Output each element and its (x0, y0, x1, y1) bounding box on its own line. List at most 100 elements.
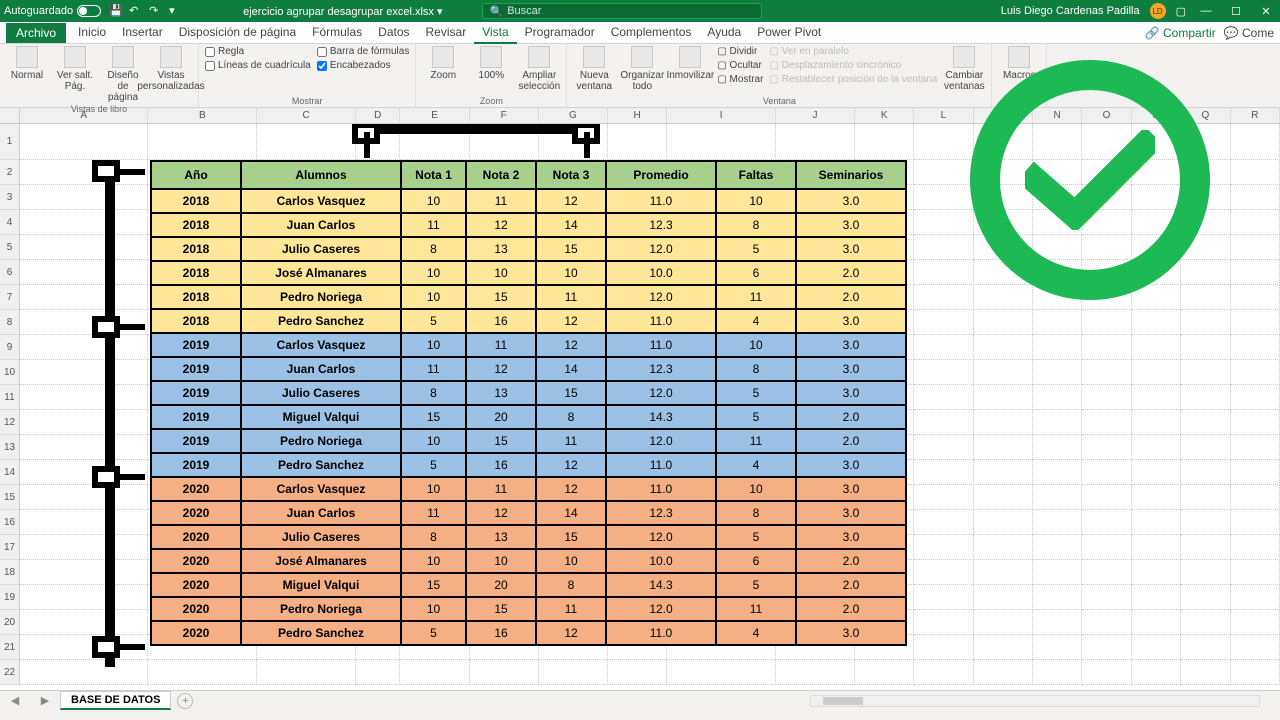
column-header[interactable]: G (539, 108, 608, 123)
column-header[interactable]: E (400, 108, 469, 123)
close-button[interactable]: ✕ (1256, 5, 1276, 18)
user-name[interactable]: Luis Diego Cardenas Padilla (1001, 5, 1140, 17)
table-cell[interactable]: Pedro Sanchez (241, 621, 401, 645)
table-cell[interactable]: 5 (401, 309, 466, 333)
ribbon-tab[interactable]: Disposición de página (171, 22, 304, 44)
table-cell[interactable]: 8 (401, 525, 466, 549)
table-cell[interactable]: Miguel Valqui (241, 573, 401, 597)
row-header[interactable]: 7 (0, 285, 20, 310)
column-header[interactable]: I (667, 108, 776, 123)
table-cell[interactable]: 2020 (151, 549, 241, 573)
table-cell[interactable]: 8 (716, 213, 796, 237)
view-button[interactable]: Ver salt. Pág. (54, 46, 96, 92)
ribbon-tab[interactable]: Datos (370, 22, 417, 44)
row-header[interactable]: 8 (0, 310, 20, 335)
table-cell[interactable]: 14 (536, 357, 606, 381)
ribbon-display-icon[interactable]: ▢ (1176, 5, 1186, 18)
column-header[interactable]: D (356, 108, 400, 123)
table-cell[interactable]: 10 (466, 549, 536, 573)
table-cell[interactable]: 8 (716, 501, 796, 525)
table-cell[interactable]: 13 (466, 525, 536, 549)
table-cell[interactable]: 3.0 (796, 381, 906, 405)
table-cell[interactable]: 11.0 (606, 333, 716, 357)
table-cell[interactable]: 11 (716, 429, 796, 453)
table-cell[interactable]: 5 (401, 453, 466, 477)
row-header[interactable]: 14 (0, 460, 20, 485)
column-header[interactable]: K (855, 108, 914, 123)
sheet-nav-prev[interactable]: ◀ (11, 694, 19, 707)
column-header[interactable]: A (20, 108, 148, 123)
column-header[interactable]: L (914, 108, 973, 123)
row-header[interactable]: 21 (0, 635, 20, 660)
table-cell[interactable]: 11 (401, 357, 466, 381)
row-header[interactable]: 15 (0, 485, 20, 510)
table-cell[interactable]: 20 (466, 405, 536, 429)
table-cell[interactable]: 11 (401, 213, 466, 237)
table-cell[interactable]: 12 (536, 453, 606, 477)
table-cell[interactable]: 10 (401, 477, 466, 501)
table-cell[interactable]: 3.0 (796, 357, 906, 381)
row-header[interactable]: 20 (0, 610, 20, 635)
table-cell[interactable]: 5 (716, 573, 796, 597)
table-cell[interactable]: 3.0 (796, 477, 906, 501)
column-header[interactable]: R (1231, 108, 1280, 123)
table-cell[interactable]: 10 (401, 261, 466, 285)
table-cell[interactable]: 2.0 (796, 573, 906, 597)
table-cell[interactable]: 12 (466, 213, 536, 237)
table-cell[interactable]: 8 (401, 237, 466, 261)
table-cell[interactable]: 14.3 (606, 405, 716, 429)
window-option[interactable]: ▢ Dividir (717, 46, 763, 57)
ribbon-tab[interactable]: Ayuda (699, 22, 749, 44)
table-cell[interactable]: 12.0 (606, 237, 716, 261)
table-cell[interactable]: 2.0 (796, 549, 906, 573)
save-icon[interactable]: 💾 (109, 4, 123, 18)
show-option[interactable]: Encabezados (317, 60, 409, 71)
table-cell[interactable]: Pedro Sanchez (241, 309, 401, 333)
user-avatar[interactable]: LD (1150, 3, 1166, 19)
table-cell[interactable]: 5 (716, 381, 796, 405)
table-cell[interactable]: 2020 (151, 597, 241, 621)
row-header[interactable]: 4 (0, 210, 20, 235)
table-cell[interactable]: 11 (716, 597, 796, 621)
zoom-button[interactable]: 100% (470, 46, 512, 81)
table-cell[interactable]: 10 (401, 333, 466, 357)
row-header[interactable]: 16 (0, 510, 20, 535)
table-cell[interactable]: 12 (466, 501, 536, 525)
table-cell[interactable]: 8 (536, 405, 606, 429)
table-cell[interactable]: Pedro Noriega (241, 285, 401, 309)
table-cell[interactable]: 10 (401, 597, 466, 621)
table-cell[interactable]: Carlos Vasquez (241, 477, 401, 501)
table-cell[interactable]: 11 (466, 189, 536, 213)
table-cell[interactable]: José Almanares (241, 261, 401, 285)
table-header-cell[interactable]: Promedio (606, 161, 716, 189)
table-cell[interactable]: 12 (536, 309, 606, 333)
table-cell[interactable]: Pedro Noriega (241, 597, 401, 621)
table-cell[interactable]: 12 (536, 621, 606, 645)
table-cell[interactable]: 14 (536, 213, 606, 237)
row-header[interactable]: 2 (0, 160, 20, 185)
table-cell[interactable]: Juan Carlos (241, 357, 401, 381)
table-cell[interactable]: 11 (466, 477, 536, 501)
table-cell[interactable]: 11.0 (606, 621, 716, 645)
table-cell[interactable]: 15 (466, 285, 536, 309)
table-cell[interactable]: 2.0 (796, 405, 906, 429)
table-cell[interactable]: 12.0 (606, 381, 716, 405)
table-cell[interactable]: 5 (716, 405, 796, 429)
row-header[interactable]: 10 (0, 360, 20, 385)
window-button[interactable]: Inmovilizar (669, 46, 711, 92)
view-button[interactable]: Vistas personalizadas (150, 46, 192, 92)
table-cell[interactable]: 3.0 (796, 525, 906, 549)
table-header-cell[interactable]: Faltas (716, 161, 796, 189)
table-cell[interactable]: 2019 (151, 453, 241, 477)
table-cell[interactable]: 2.0 (796, 285, 906, 309)
table-cell[interactable]: 14 (536, 501, 606, 525)
table-cell[interactable]: 3.0 (796, 333, 906, 357)
table-cell[interactable]: 12.0 (606, 285, 716, 309)
table-cell[interactable]: Pedro Noriega (241, 429, 401, 453)
table-cell[interactable]: 15 (536, 381, 606, 405)
table-cell[interactable]: 16 (466, 453, 536, 477)
column-header[interactable]: J (776, 108, 855, 123)
table-cell[interactable]: 12.3 (606, 357, 716, 381)
table-cell[interactable]: 12.0 (606, 429, 716, 453)
table-cell[interactable]: 12.3 (606, 501, 716, 525)
